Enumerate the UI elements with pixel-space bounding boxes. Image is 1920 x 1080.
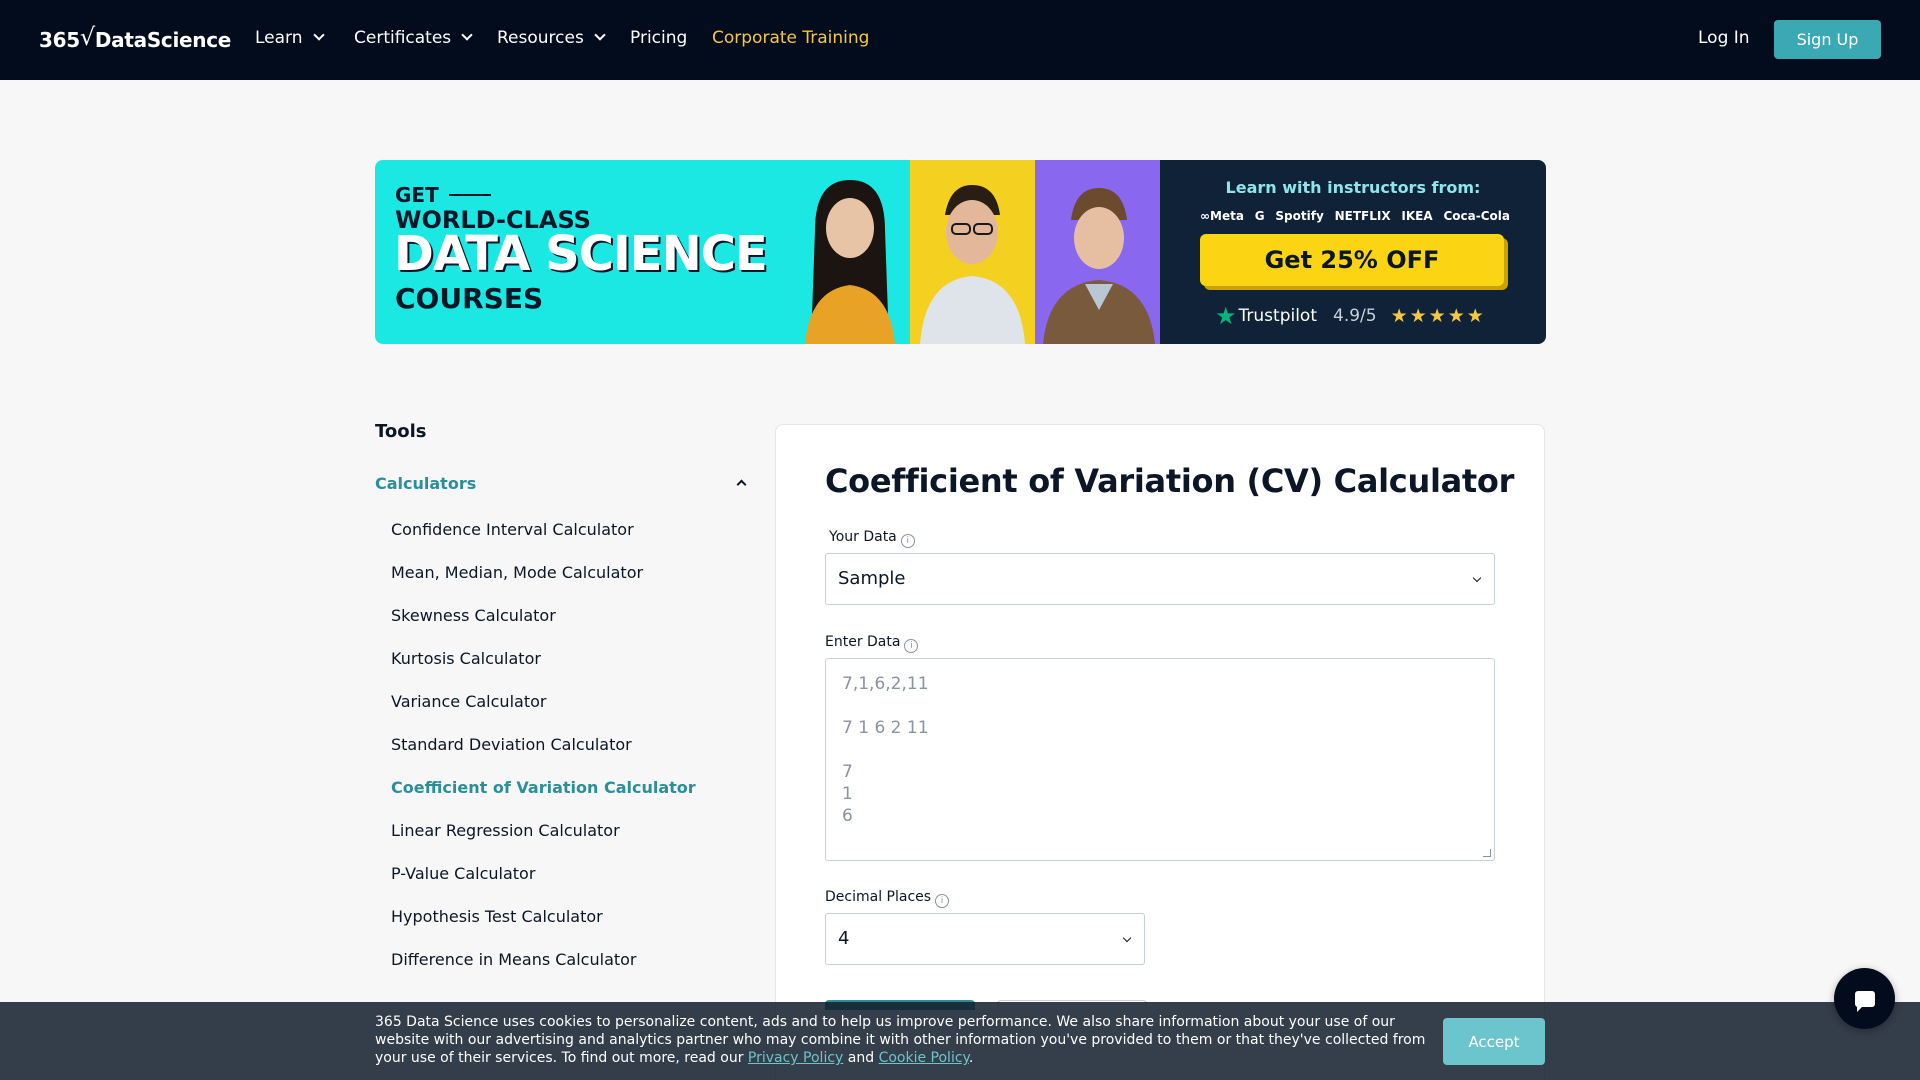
tools-heading: Tools [375,421,427,442]
site-logo[interactable]: 365√DataScience [39,23,232,53]
sidebar-item-coefficient-of-variation[interactable]: Coefficient of Variation Calculator [391,778,696,821]
banner-cta-button[interactable]: Get 25% OFF [1200,234,1504,286]
chevron-down-icon [1122,933,1132,943]
calculator-list: Confidence Interval Calculator Mean, Med… [391,520,696,993]
instructor-photo-2 [910,160,1035,344]
cookie-text: 365 Data Science uses cookies to persona… [375,1014,1426,1066]
chat-bubble-icon [1854,990,1875,1012]
instructor-photo-1 [785,160,915,344]
placeholder-line [842,695,1478,717]
spotify-logo: Spotify [1275,209,1324,223]
banner-courses: COURSES [395,282,544,315]
trustpilot-star-icon: ★ [1215,302,1237,330]
your-data-select[interactable]: Sample [825,553,1495,605]
decimal-places-label: Decimal Places i [825,889,950,908]
sidebar-item-skewness[interactable]: Skewness Calculator [391,606,696,649]
placeholder-line: 7 [842,762,853,782]
accept-cookies-button[interactable]: Accept [1443,1018,1545,1065]
banner-learn-with: Learn with instructors from: [1225,178,1481,197]
nav-learn-label: Learn [255,28,303,48]
decimal-places-select[interactable]: 4 [825,913,1145,965]
rating-stars-icon: ★★★★★ [1390,305,1486,327]
category-label: Calculators [375,474,477,493]
placeholder-line: 7,1,6,2,11 [842,674,929,694]
calculator-card: Coefficient of Variation (CV) Calculator… [775,424,1545,1080]
meta-logo: ∞Meta [1200,209,1244,223]
cookie-policy-link[interactable]: Cookie Policy [879,1050,969,1066]
chevron-up-icon [736,479,747,490]
instructor-photo-3 [1035,160,1160,344]
your-data-label: Your Data i [829,529,915,548]
nav-certificates-label: Certificates [354,28,452,48]
banner-right-panel: Learn with instructors from: ∞Meta G Spo… [1160,160,1546,344]
decimal-places-value: 4 [838,928,850,949]
logo-suffix: DataScience [94,28,232,52]
enter-data-label: Enter Data i [825,634,919,653]
logo-prefix: 365 [39,28,80,52]
resize-handle-icon[interactable] [1483,849,1491,857]
nav-certificates[interactable]: Certificates [354,28,473,48]
logo-sqrt-mark: √ [79,23,95,51]
banner-get: GET [395,183,491,207]
placeholder-line [842,739,1478,761]
info-icon[interactable]: i [900,534,915,548]
partner-logos: ∞Meta G Spotify NETFLIX IKEA Coca-Cola [1200,209,1510,223]
placeholder-line: 1 [842,784,853,804]
banner-data-science: DATA SCIENCE [394,226,768,282]
signup-button[interactable]: Sign Up [1774,20,1881,59]
rating-value: 4.9/5 [1333,306,1377,326]
ikea-logo: IKEA [1401,209,1433,223]
page-title: Coefficient of Variation (CV) Calculator [825,462,1515,500]
netflix-logo: NETFLIX [1334,209,1391,223]
nav-resources[interactable]: Resources [497,28,606,48]
coca-cola-logo: Coca-Cola [1443,209,1510,223]
cookie-banner: 365 Data Science uses cookies to persona… [0,1002,1920,1080]
info-icon[interactable]: i [935,894,950,908]
your-data-value: Sample [838,568,906,589]
promo-banner[interactable]: GET WORLD-CLASS DATA SCIENCE COURSES Lea… [375,160,1546,344]
sidebar-item-confidence-interval[interactable]: Confidence Interval Calculator [391,520,696,563]
nav-learn[interactable]: Learn [255,28,325,48]
chevron-down-icon [1472,573,1482,583]
chevron-down-icon [461,29,473,41]
sidebar-item-mean-median-mode[interactable]: Mean, Median, Mode Calculator [391,563,696,606]
trustpilot-label: Trustpilot [1238,306,1317,326]
sidebar-item-hypothesis-test[interactable]: Hypothesis Test Calculator [391,907,696,950]
sidebar-item-difference-in-means[interactable]: Difference in Means Calculator [391,950,696,993]
enter-data-textarea[interactable]: 7,1,6,2,11 7 1 6 2 11 7 1 6 [825,658,1495,861]
login-link[interactable]: Log In [1698,28,1750,48]
top-navbar: 365√DataScience Learn Certificates Resou… [0,0,1920,80]
google-logo: G [1254,209,1265,223]
placeholder-line: 7 1 6 2 11 [842,718,929,738]
chat-button[interactable] [1834,968,1895,1029]
chevron-down-icon [594,29,606,41]
nav-pricing[interactable]: Pricing [630,28,687,48]
sidebar-item-variance[interactable]: Variance Calculator [391,692,696,735]
sidebar-item-p-value[interactable]: P-Value Calculator [391,864,696,907]
sidebar-item-linear-regression[interactable]: Linear Regression Calculator [391,821,696,864]
chevron-down-icon [312,29,325,41]
sidebar-item-standard-deviation[interactable]: Standard Deviation Calculator [391,735,696,778]
sidebar-item-kurtosis[interactable]: Kurtosis Calculator [391,649,696,692]
privacy-policy-link[interactable]: Privacy Policy [748,1050,843,1066]
nav-corporate-training[interactable]: Corporate Training [712,28,869,48]
nav-resources-label: Resources [497,28,584,48]
trustpilot-rating: ★ Trustpilot 4.9/5 ★★★★★ [1215,302,1486,330]
placeholder-line: 6 [842,806,853,826]
calculators-category-toggle[interactable]: Calculators [375,474,747,493]
info-icon[interactable]: i [904,639,919,653]
